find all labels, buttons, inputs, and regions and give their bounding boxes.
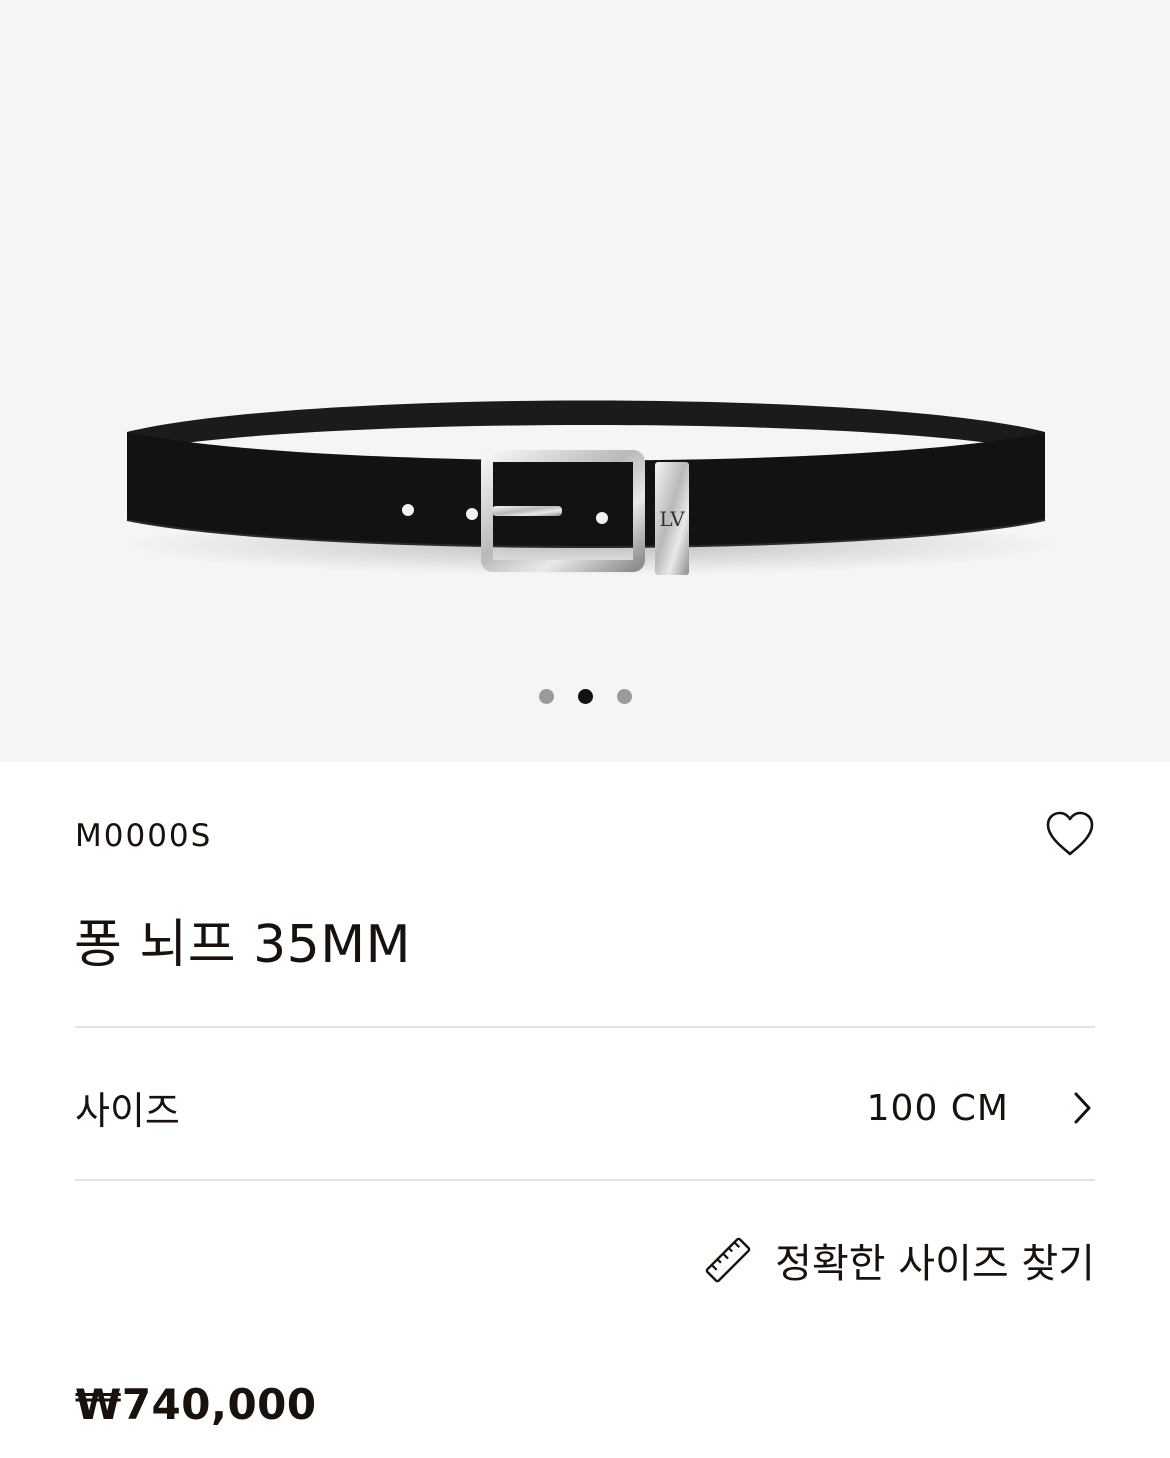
size-label: 사이즈 (75, 1089, 180, 1133)
carousel-dot-3[interactable] (616, 689, 632, 704)
carousel-dot-2-active[interactable] (577, 689, 593, 704)
ruler-icon (705, 1237, 751, 1283)
product-title: 퐁 뇌프 35MM (74, 915, 411, 975)
carousel-indicators (0, 689, 1170, 705)
product-price: ₩740,000 (75, 1380, 317, 1429)
size-selector[interactable]: 사이즈 100 CM (75, 1028, 1095, 1180)
product-image-gallery[interactable]: LV (0, 0, 1170, 762)
find-size-label: 정확한 사이즈 찾기 (775, 1241, 1095, 1287)
heart-icon[interactable] (1044, 810, 1096, 858)
find-size-link[interactable]: 정확한 사이즈 찾기 (703, 1232, 1095, 1288)
chevron-right-icon (1074, 1092, 1091, 1124)
product-image: LV (120, 400, 1060, 575)
size-value: 100 CM (866, 1088, 1009, 1129)
carousel-dot-1[interactable] (538, 689, 554, 704)
product-sku: M0000S (75, 818, 213, 854)
divider (75, 1179, 1095, 1181)
lv-logo: LV (659, 507, 685, 531)
